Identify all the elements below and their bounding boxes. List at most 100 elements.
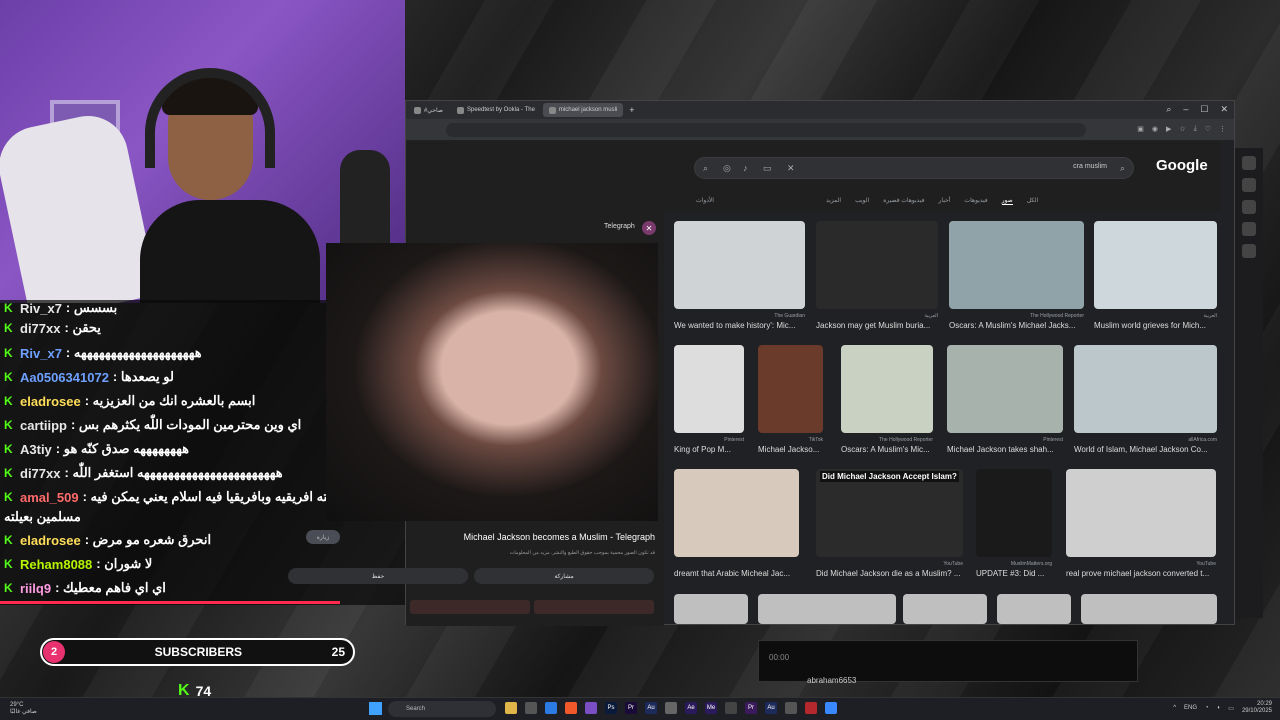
chat-username[interactable]: Reham8088 (20, 557, 92, 572)
chat-text: : يحقن (64, 320, 101, 335)
visual-studio-icon[interactable] (585, 702, 597, 714)
image-result[interactable]: TikTok Michael Jackso... (758, 345, 823, 465)
result-thumbnail[interactable] (976, 469, 1052, 557)
premiere-alt-icon[interactable]: Pr (745, 702, 757, 714)
result-thumbnail[interactable] (1094, 221, 1217, 309)
sidebar-app-icon[interactable] (1242, 222, 1256, 236)
after-effects-icon[interactable]: Ae (685, 702, 697, 714)
chat-message: Keladrosee: انحرق شعره مو مرض (4, 532, 211, 548)
image-result[interactable]: Pinterest King of Pop M... (674, 345, 744, 465)
chat-username[interactable]: Aa0506341072 (20, 370, 109, 385)
chat-username[interactable]: Riv_x7 (20, 301, 62, 316)
image-result[interactable]: The Guardian We wanted to make history': … (674, 221, 805, 341)
result-caption[interactable]: UPDATE #3: Did ... (976, 569, 1052, 578)
store-icon[interactable] (525, 702, 537, 714)
result-caption[interactable]: Jackson may get Muslim buria... (816, 321, 938, 330)
result-thumbnail[interactable] (1081, 594, 1217, 624)
image-result[interactable]: العربية Muslim world grieves for Mich... (1094, 221, 1217, 341)
visit-button[interactable]: زيارة (306, 530, 340, 544)
result-thumbnail[interactable] (841, 345, 933, 433)
result-thumbnail[interactable] (758, 345, 823, 433)
language-indicator[interactable]: ENG (1184, 705, 1197, 711)
calculator-icon[interactable] (665, 702, 677, 714)
sidebar-app-icon[interactable] (1242, 178, 1256, 192)
result-caption[interactable]: Muslim world grieves for Mich... (1094, 321, 1217, 330)
image-result[interactable]: The Hollywood Reporter Oscars: A Muslim's… (949, 221, 1084, 341)
result-source: العربية (1203, 313, 1217, 319)
chat-username[interactable]: di77xx (20, 321, 60, 336)
brave-icon[interactable] (565, 702, 577, 714)
wifi-icon[interactable]: ◔ (1205, 705, 1209, 711)
result-thumbnail[interactable] (674, 345, 744, 433)
progress-line (0, 601, 340, 604)
edge-icon[interactable] (825, 702, 837, 714)
result-caption[interactable]: World of Islam, Michael Jackson Co... (1074, 445, 1217, 454)
result-thumbnail[interactable] (947, 345, 1063, 433)
thumbnail-overlay-text: Did Michael Jackson Accept Islam? (820, 471, 959, 482)
result-thumbnail[interactable] (674, 469, 799, 557)
result-thumbnail[interactable] (1066, 469, 1216, 557)
opera-icon[interactable] (805, 702, 817, 714)
result-thumbnail[interactable] (997, 594, 1071, 624)
sidebar-app-icon[interactable] (1242, 156, 1256, 170)
result-thumbnail[interactable] (1074, 345, 1217, 433)
image-result[interactable]: The Hollywood Reporter Oscars: A Muslim's… (841, 345, 933, 465)
chat-username[interactable]: amal_509 (20, 490, 79, 505)
result-caption[interactable]: Oscars: A Muslim's Mic... (841, 445, 933, 454)
result-caption[interactable]: real prove michael jackson converted t..… (1066, 569, 1216, 578)
chat-text: : انحرق شعره مو مرض (84, 532, 212, 547)
result-caption[interactable]: King of Pop M... (674, 445, 744, 454)
clock[interactable]: 20:29 29/10/2025 (1242, 701, 1272, 715)
result-caption[interactable]: Michael Jackso... (758, 445, 823, 454)
chat-username[interactable]: A3tiy (20, 442, 52, 457)
result-thumbnail[interactable] (816, 469, 963, 557)
image-result[interactable]: YouTube real prove michael jackson conver… (1066, 469, 1216, 589)
result-source: YouTube (1196, 561, 1216, 567)
chat-username[interactable]: di77xx (20, 466, 60, 481)
taskbar-apps: Ps Pr Au Ae Me Pr Au (505, 702, 837, 714)
audition-icon[interactable]: Au (645, 702, 657, 714)
chat-username[interactable]: cartiipp (20, 418, 67, 433)
image-result[interactable]: العربية Jackson may get Muslim buria... (816, 221, 938, 341)
taskbar-search[interactable]: Search (388, 701, 496, 717)
file-explorer-icon[interactable] (505, 702, 517, 714)
result-caption[interactable]: Oscars: A Muslim's Michael Jacks... (949, 321, 1084, 330)
result-thumbnail[interactable] (674, 594, 748, 624)
image-result[interactable]: Did Michael Jackson Accept Islam? YouTube… (816, 469, 963, 589)
weather-widget[interactable]: 29°C صافي غالبًا (10, 702, 37, 716)
chat-username[interactable]: eladrosee (20, 533, 81, 548)
result-thumbnail[interactable] (903, 594, 987, 624)
audition-alt-icon[interactable]: Au (765, 702, 777, 714)
photoshop-icon[interactable]: Ps (605, 702, 617, 714)
headphones (145, 68, 275, 168)
media-encoder-icon[interactable]: Me (705, 702, 717, 714)
image-result[interactable]: dreamt that Arabic Micheal Jac... (674, 469, 799, 589)
image-results-grid: The Guardian We wanted to make history': … (406, 101, 1234, 624)
chat-username[interactable]: riilq9 (20, 581, 51, 596)
result-caption[interactable]: We wanted to make history': Mic... (674, 321, 805, 330)
vscode-icon[interactable] (545, 702, 557, 714)
result-thumbnail[interactable] (758, 594, 896, 624)
app-icon[interactable] (785, 702, 797, 714)
battery-icon[interactable]: ▭ (1228, 705, 1234, 712)
sidebar-app-icon[interactable] (1242, 200, 1256, 214)
result-caption[interactable]: dreamt that Arabic Micheal Jac... (674, 569, 799, 578)
sidebar-app-icon[interactable] (1242, 244, 1256, 258)
tray-chevron-icon[interactable]: ^ (1173, 705, 1176, 711)
result-thumbnail[interactable] (674, 221, 805, 309)
start-button[interactable] (369, 702, 382, 715)
image-result[interactable]: MuslimMatters.org UPDATE #3: Did ... (976, 469, 1052, 589)
result-thumbnail[interactable] (816, 221, 938, 309)
mini-player-user[interactable]: abraham6653 (807, 676, 856, 685)
result-caption[interactable]: Michael Jackson takes shah... (947, 445, 1063, 454)
chat-message: Kcartiipp: اي وين محترمين المودات اللّٰه… (4, 417, 301, 433)
chat-username[interactable]: eladrosee (20, 394, 81, 409)
premiere-icon[interactable]: Pr (625, 702, 637, 714)
result-thumbnail[interactable] (949, 221, 1084, 309)
image-result[interactable]: Pinterest Michael Jackson takes shah... (947, 345, 1063, 465)
image-result[interactable]: allAfrica.com World of Islam, Michael Jac… (1074, 345, 1217, 465)
app-icon[interactable] (725, 702, 737, 714)
volume-icon[interactable]: ◖ (1217, 705, 1221, 711)
chat-username[interactable]: Riv_x7 (20, 346, 62, 361)
result-caption[interactable]: Did Michael Jackson die as a Muslim? ... (816, 569, 963, 578)
